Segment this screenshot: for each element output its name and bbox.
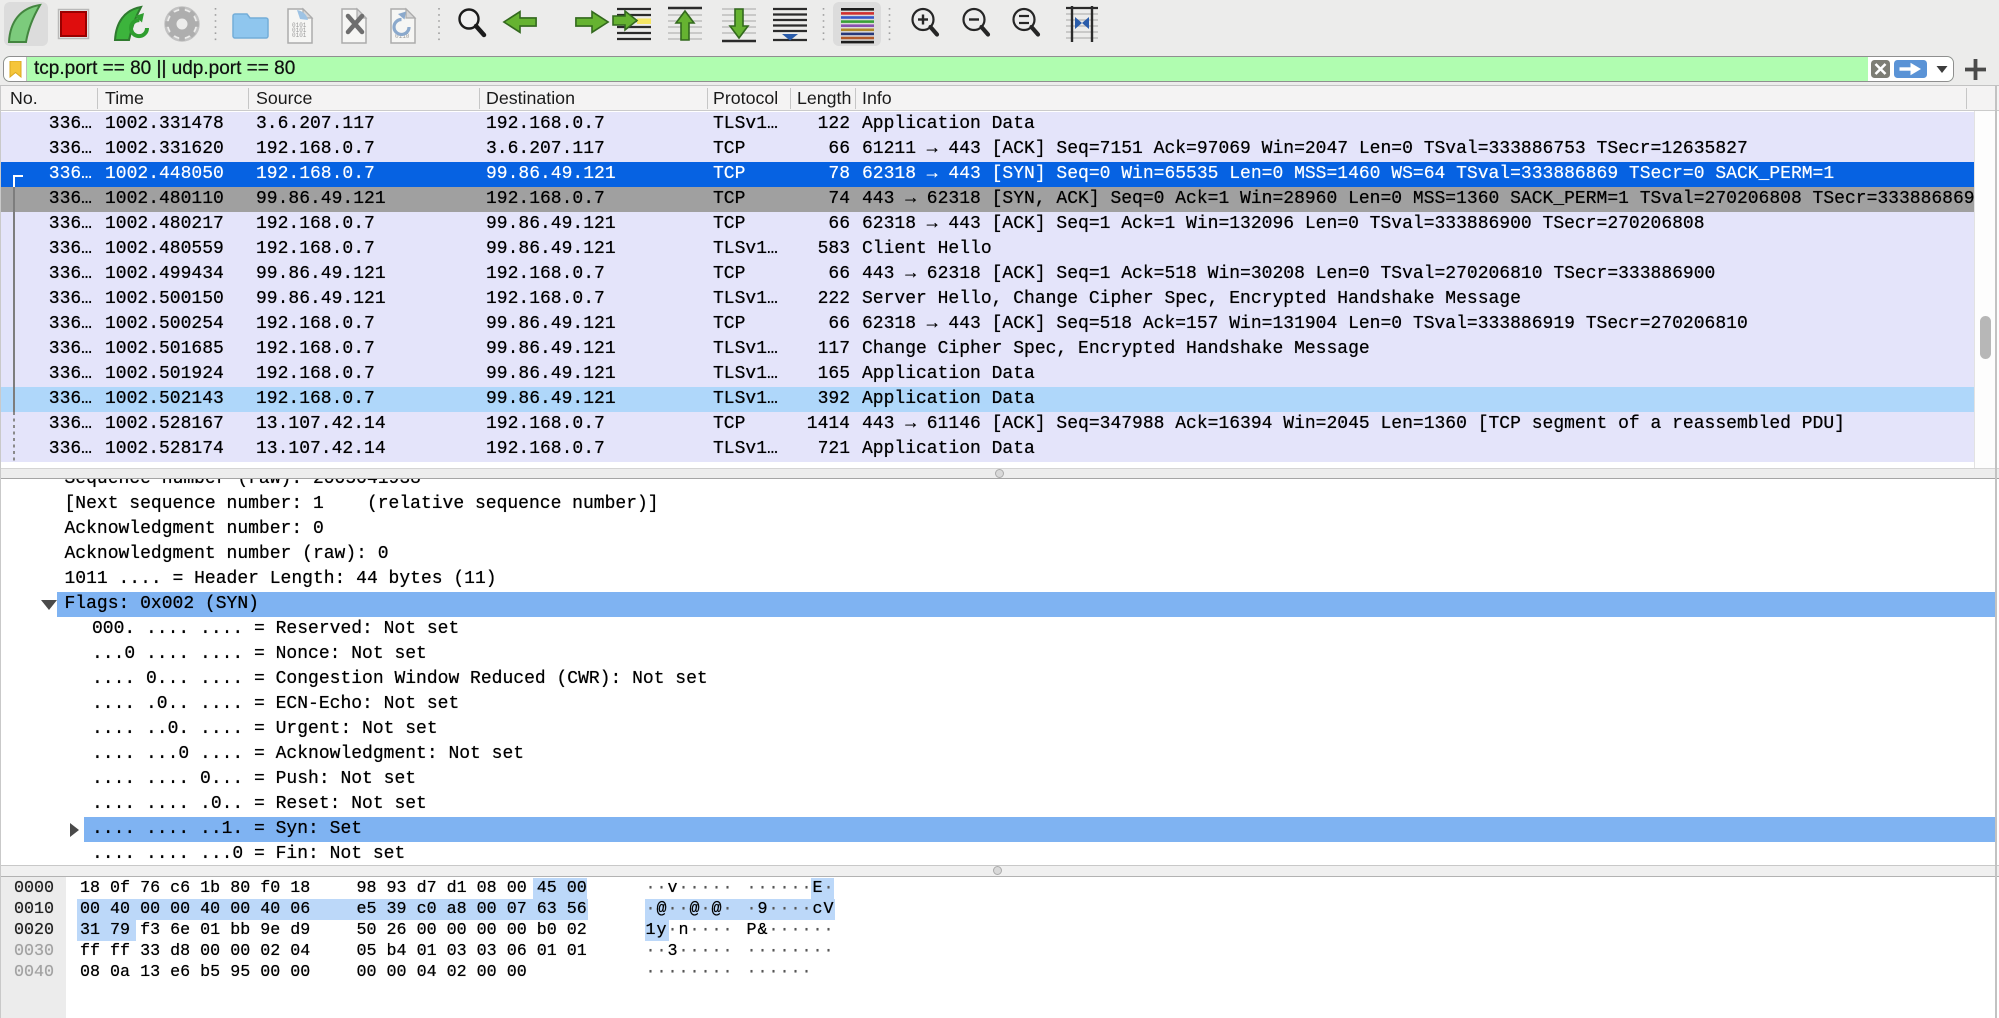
svg-text:0101: 0101 (292, 32, 307, 39)
